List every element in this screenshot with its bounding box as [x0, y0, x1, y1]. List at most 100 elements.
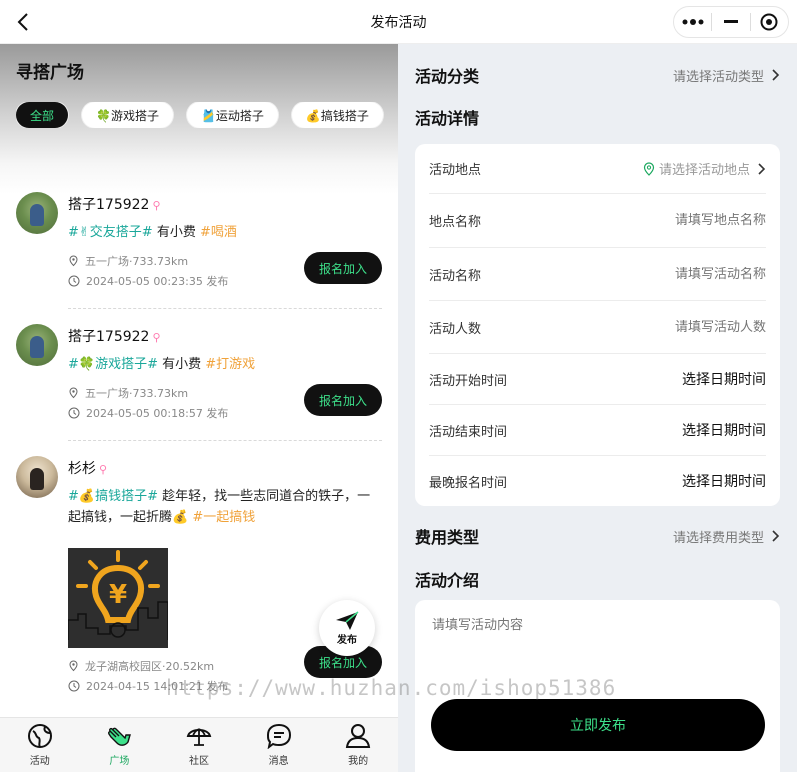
join-button[interactable]: 报名加入: [304, 252, 382, 284]
category-placeholder: 请选择活动类型: [672, 69, 764, 85]
place-name-input[interactable]: [606, 213, 766, 228]
umbrella-icon: [186, 728, 212, 746]
post-divider: [68, 440, 382, 441]
join-button[interactable]: 报名加入: [304, 384, 382, 416]
post-content: #🍀游戏搭子# 有小费 #打游戏: [68, 357, 256, 372]
category-selector[interactable]: 活动分类 请选择活动类型: [415, 62, 780, 88]
tab-label: 我的: [348, 756, 369, 767]
activity-name-input[interactable]: [606, 266, 766, 282]
user-name: 搭子175922 ⚲: [68, 329, 161, 345]
details-title: 活动详情: [415, 109, 480, 128]
post-tag: #🍀游戏搭子#: [68, 357, 158, 372]
chip-all[interactable]: 全部: [16, 102, 69, 128]
plaza-title: 寻搭广场: [16, 63, 84, 83]
details-card: 活动地点 请选择活动地点 地点名称 活动名称 活动人数 活动开始时间 选择日期时…: [415, 144, 780, 506]
location-pin-icon: [69, 255, 78, 267]
tab-plaza[interactable]: 广场: [80, 718, 160, 772]
chevron-right-icon: [758, 162, 766, 175]
avatar[interactable]: [16, 324, 58, 366]
chevron-right-icon: [772, 69, 780, 81]
gender-icon: ⚲: [99, 463, 108, 476]
post-time: 2024-04-15 14:01:21 发布: [68, 678, 228, 694]
post-divider: [68, 308, 382, 309]
activity-name-field: 活动名称: [429, 248, 766, 301]
chip-money[interactable]: 💰搞钱搭子: [291, 102, 383, 128]
end-time-field[interactable]: 活动结束时间 选择日期时间: [429, 405, 766, 456]
tab-activity[interactable]: 活动: [0, 718, 80, 772]
start-time-value: 选择日期时间: [682, 372, 766, 388]
lightbulb-yen-image: ¥: [68, 548, 168, 648]
clock-icon: [68, 407, 80, 419]
post-location: 五一广场·733.73km: [68, 253, 188, 269]
user-icon: [346, 724, 371, 748]
dots-icon[interactable]: [674, 7, 711, 37]
chip-game[interactable]: 🍀游戏搭子: [82, 102, 173, 128]
user-name: 搭子175922 ⚲: [68, 197, 161, 213]
post-tag: #✌交友搭子#: [68, 225, 153, 240]
post-time: 2024-05-05 00:23:35 发布: [68, 273, 228, 289]
category-title: 活动分类: [415, 67, 480, 86]
list-item[interactable]: 搭子175922 ⚲ #🍀游戏搭子# 有小费 #打游戏 五一广场·733.73km…: [16, 324, 382, 424]
category-chips: 全部 🍀游戏搭子 🎽运动搭子 💰搞钱搭子: [16, 102, 386, 128]
chip-sport[interactable]: 🎽运动搭子: [186, 102, 278, 128]
list-item[interactable]: 搭子175922 ⚲ #✌交友搭子# 有小费 #喝酒 五一广场·733.73km …: [16, 192, 382, 292]
post-tag-secondary: #喝酒: [199, 225, 237, 240]
publish-button[interactable]: 立即发布: [431, 699, 765, 751]
location-pin-icon: [643, 161, 655, 176]
gender-icon: ⚲: [152, 199, 161, 212]
svg-text:¥: ¥: [109, 580, 127, 610]
post-tag-secondary: #一起搞钱: [192, 510, 256, 525]
publish-fab-label: 发布: [337, 635, 357, 646]
intro-title: 活动介绍: [415, 571, 480, 590]
place-name-field: 地点名称: [429, 194, 766, 248]
post-tag-secondary: #打游戏: [205, 357, 256, 372]
tab-community[interactable]: 社区: [159, 718, 239, 772]
chevron-right-icon: [772, 530, 780, 542]
post-image[interactable]: ¥: [68, 548, 168, 648]
tab-messages[interactable]: 消息: [239, 718, 319, 772]
minus-icon[interactable]: [712, 7, 749, 37]
location-pin-icon: [69, 660, 78, 672]
target-icon[interactable]: [751, 7, 788, 37]
tab-label: 活动: [29, 756, 50, 767]
end-time-value: 选择日期时间: [682, 423, 766, 439]
plaza-panel: 寻搭广场 全部 🍀游戏搭子 🎽运动搭子 💰搞钱搭子 搭子175922 ⚲ #✌交友…: [0, 44, 398, 772]
location-value: 请选择活动地点: [658, 163, 750, 178]
publish-form-panel: 活动分类 请选择活动类型 活动详情 活动地点 请选择活动地点 地点名称 活动名称…: [398, 44, 797, 772]
post-location: 五一广场·733.73km: [68, 385, 188, 401]
post-tag: #💰搞钱搭子#: [68, 489, 158, 504]
fee-selector[interactable]: 费用类型 请选择费用类型: [415, 523, 780, 549]
publish-fab[interactable]: 发布: [319, 600, 375, 656]
tab-mine[interactable]: 我的: [318, 718, 398, 772]
chat-bubble-icon: [266, 723, 291, 749]
post-content: #💰搞钱搭子# 趁年轻，找一些志同道合的铁子，一起搞钱，一起折腾💰 #一起搞钱: [68, 489, 371, 525]
location-pin-icon: [69, 387, 78, 399]
gender-icon: ⚲: [152, 331, 161, 344]
avatar[interactable]: [16, 456, 58, 498]
mini-program-capsule: [673, 6, 789, 38]
start-time-field[interactable]: 活动开始时间 选择日期时间: [429, 354, 766, 405]
avatar[interactable]: [16, 192, 58, 234]
post-time: 2024-05-05 00:18:57 发布: [68, 405, 228, 421]
post-location: 龙子湖高校园区·20.52km: [68, 658, 214, 674]
user-name: 杉杉 ⚲: [68, 461, 108, 477]
intro-card: 立即发布: [415, 600, 780, 772]
signup-deadline-value: 选择日期时间: [682, 474, 766, 490]
location-field[interactable]: 活动地点 请选择活动地点: [429, 144, 766, 194]
paper-plane-icon: [336, 611, 359, 630]
signup-deadline-field[interactable]: 最晚报名时间 选择日期时间: [429, 456, 766, 506]
tab-label: 广场: [109, 756, 130, 767]
post-content: #✌交友搭子# 有小费 #喝酒: [68, 225, 237, 240]
hand-wave-icon: [108, 727, 132, 746]
list-item[interactable]: 杉杉 ⚲ #💰搞钱搭子# 趁年轻，找一些志同道合的铁子，一起搞钱，一起折腾💰 #一…: [16, 456, 382, 716]
fee-placeholder: 请选择费用类型: [672, 530, 764, 546]
people-count-input[interactable]: [606, 319, 766, 335]
people-count-field: 活动人数: [429, 301, 766, 354]
tab-label: 社区: [188, 756, 209, 767]
intro-textarea[interactable]: [432, 614, 762, 684]
clock-icon: [68, 275, 80, 287]
fee-title: 费用类型: [415, 528, 480, 547]
globe-icon: [27, 724, 52, 748]
nav-bar: 发布活动: [0, 0, 797, 44]
details-header: 活动详情: [415, 104, 780, 130]
